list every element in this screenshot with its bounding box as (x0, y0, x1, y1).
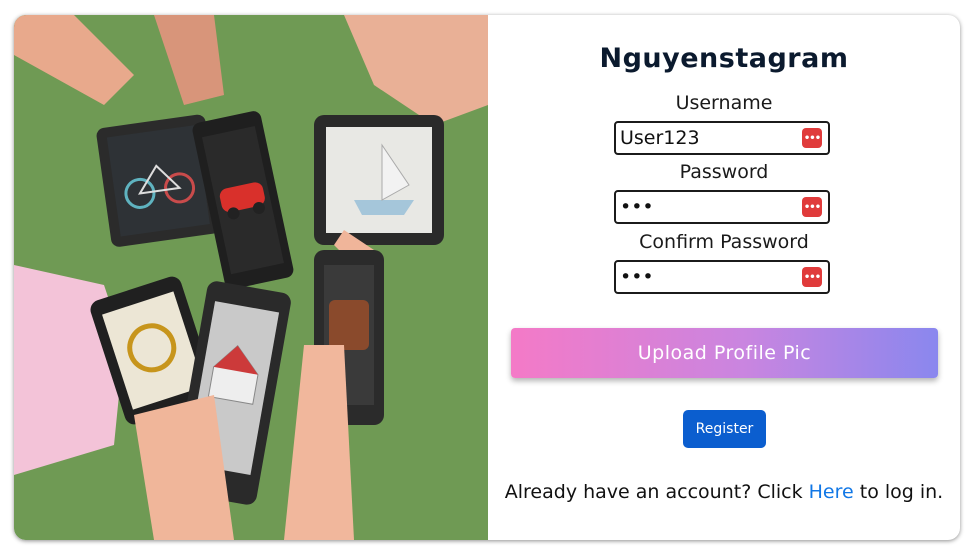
password-manager-icon[interactable]: ••• (802, 267, 822, 287)
register-panel: Nguyenstagram Username ••• Password ••• … (488, 15, 960, 540)
login-suffix: to log in. (853, 481, 944, 503)
login-link[interactable]: Here (809, 481, 854, 503)
login-prefix: Already have an account? Click (504, 481, 809, 503)
register-button[interactable]: Register (683, 410, 766, 448)
confirm-password-field[interactable]: ••• (614, 260, 830, 294)
hero-image (14, 15, 488, 540)
confirm-password-input[interactable] (620, 262, 800, 292)
register-card: Nguyenstagram Username ••• Password ••• … (14, 15, 960, 540)
username-label: Username (675, 92, 773, 114)
confirm-password-label: Confirm Password (639, 231, 809, 253)
password-field[interactable]: ••• (614, 190, 830, 224)
login-prompt: Already have an account? Click Here to l… (488, 481, 960, 503)
username-input[interactable] (620, 123, 800, 153)
password-input[interactable] (620, 192, 800, 222)
username-field[interactable]: ••• (614, 121, 830, 155)
password-manager-icon[interactable]: ••• (802, 128, 822, 148)
upload-profile-pic-button[interactable]: Upload Profile Pic (511, 328, 938, 378)
app-title: Nguyenstagram (599, 43, 849, 74)
password-manager-icon[interactable]: ••• (802, 197, 822, 217)
password-label: Password (679, 161, 769, 183)
